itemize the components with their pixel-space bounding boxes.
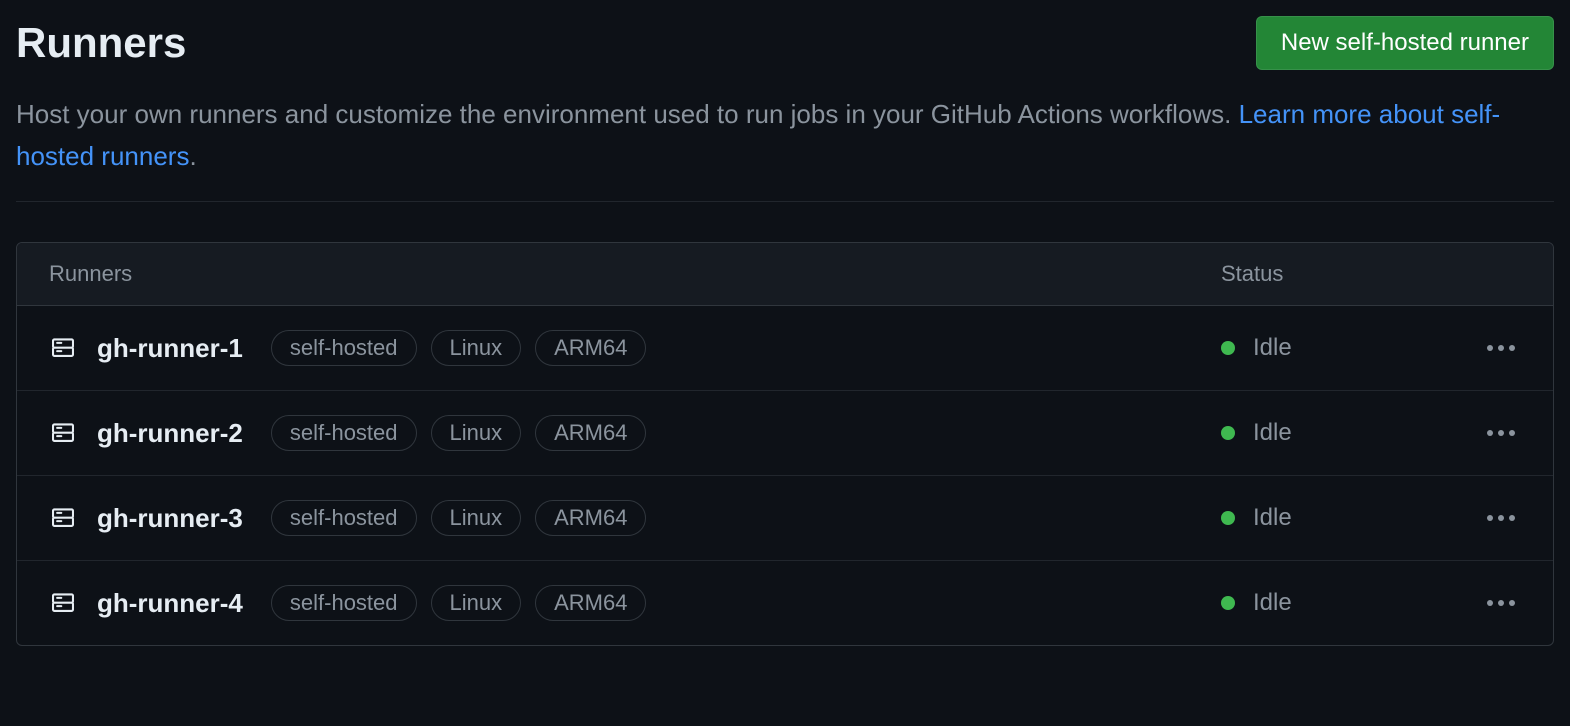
server-icon: [49, 422, 77, 444]
runner-label: self-hosted: [271, 415, 417, 451]
status-text: Idle: [1253, 589, 1292, 617]
runner-label: self-hosted: [271, 330, 417, 366]
column-header-runners: Runners: [49, 261, 1221, 287]
status-cell: Idle: [1221, 419, 1521, 447]
runner-label: Linux: [431, 585, 522, 621]
table-body: gh-runner-1 self-hosted Linux ARM64 Idle g…: [17, 306, 1553, 645]
status-cell: Idle: [1221, 589, 1521, 617]
runner-main: gh-runner-3 self-hosted Linux ARM64: [49, 500, 1221, 536]
runner-name[interactable]: gh-runner-2: [97, 418, 243, 449]
table-row: gh-runner-2 self-hosted Linux ARM64 Idle: [17, 391, 1553, 476]
runner-main: gh-runner-2 self-hosted Linux ARM64: [49, 415, 1221, 451]
status-dot-icon: [1221, 341, 1235, 355]
status-dot-icon: [1221, 596, 1235, 610]
runner-main: gh-runner-1 self-hosted Linux ARM64: [49, 330, 1221, 366]
runner-main: gh-runner-4 self-hosted Linux ARM64: [49, 585, 1221, 621]
kebab-menu-icon[interactable]: [1481, 339, 1521, 357]
runner-labels: self-hosted Linux ARM64: [271, 585, 647, 621]
table-row: gh-runner-4 self-hosted Linux ARM64 Idle: [17, 561, 1553, 645]
runner-label: ARM64: [535, 415, 646, 451]
status-indicator: Idle: [1221, 589, 1292, 617]
header: Runners New self-hosted runner: [16, 16, 1554, 70]
description-period: .: [189, 141, 196, 171]
kebab-menu-icon[interactable]: [1481, 594, 1521, 612]
runner-label: self-hosted: [271, 585, 417, 621]
runner-label: self-hosted: [271, 500, 417, 536]
status-cell: Idle: [1221, 504, 1521, 532]
runner-labels: self-hosted Linux ARM64: [271, 330, 647, 366]
runners-table: Runners Status gh-runner-1 self-hosted Li…: [16, 242, 1554, 646]
server-icon: [49, 507, 77, 529]
runner-name[interactable]: gh-runner-3: [97, 503, 243, 534]
runner-label: Linux: [431, 330, 522, 366]
column-header-status: Status: [1221, 261, 1521, 287]
runner-label: Linux: [431, 415, 522, 451]
status-indicator: Idle: [1221, 334, 1292, 362]
server-icon: [49, 337, 77, 359]
runner-label: Linux: [431, 500, 522, 536]
description-text: Host your own runners and customize the …: [16, 99, 1239, 129]
status-indicator: Idle: [1221, 419, 1292, 447]
status-indicator: Idle: [1221, 504, 1292, 532]
runner-label: ARM64: [535, 500, 646, 536]
status-dot-icon: [1221, 511, 1235, 525]
status-cell: Idle: [1221, 334, 1521, 362]
description: Host your own runners and customize the …: [16, 94, 1554, 202]
page-title: Runners: [16, 19, 186, 67]
server-icon: [49, 592, 77, 614]
runner-name[interactable]: gh-runner-4: [97, 588, 243, 619]
runner-label: ARM64: [535, 330, 646, 366]
new-self-hosted-runner-button[interactable]: New self-hosted runner: [1256, 16, 1554, 70]
runner-name[interactable]: gh-runner-1: [97, 333, 243, 364]
table-row: gh-runner-3 self-hosted Linux ARM64 Idle: [17, 476, 1553, 561]
runner-labels: self-hosted Linux ARM64: [271, 500, 647, 536]
table-row: gh-runner-1 self-hosted Linux ARM64 Idle: [17, 306, 1553, 391]
runner-labels: self-hosted Linux ARM64: [271, 415, 647, 451]
table-header: Runners Status: [17, 243, 1553, 306]
status-text: Idle: [1253, 334, 1292, 362]
status-text: Idle: [1253, 419, 1292, 447]
status-dot-icon: [1221, 426, 1235, 440]
kebab-menu-icon[interactable]: [1481, 424, 1521, 442]
status-text: Idle: [1253, 504, 1292, 532]
runner-label: ARM64: [535, 585, 646, 621]
kebab-menu-icon[interactable]: [1481, 509, 1521, 527]
